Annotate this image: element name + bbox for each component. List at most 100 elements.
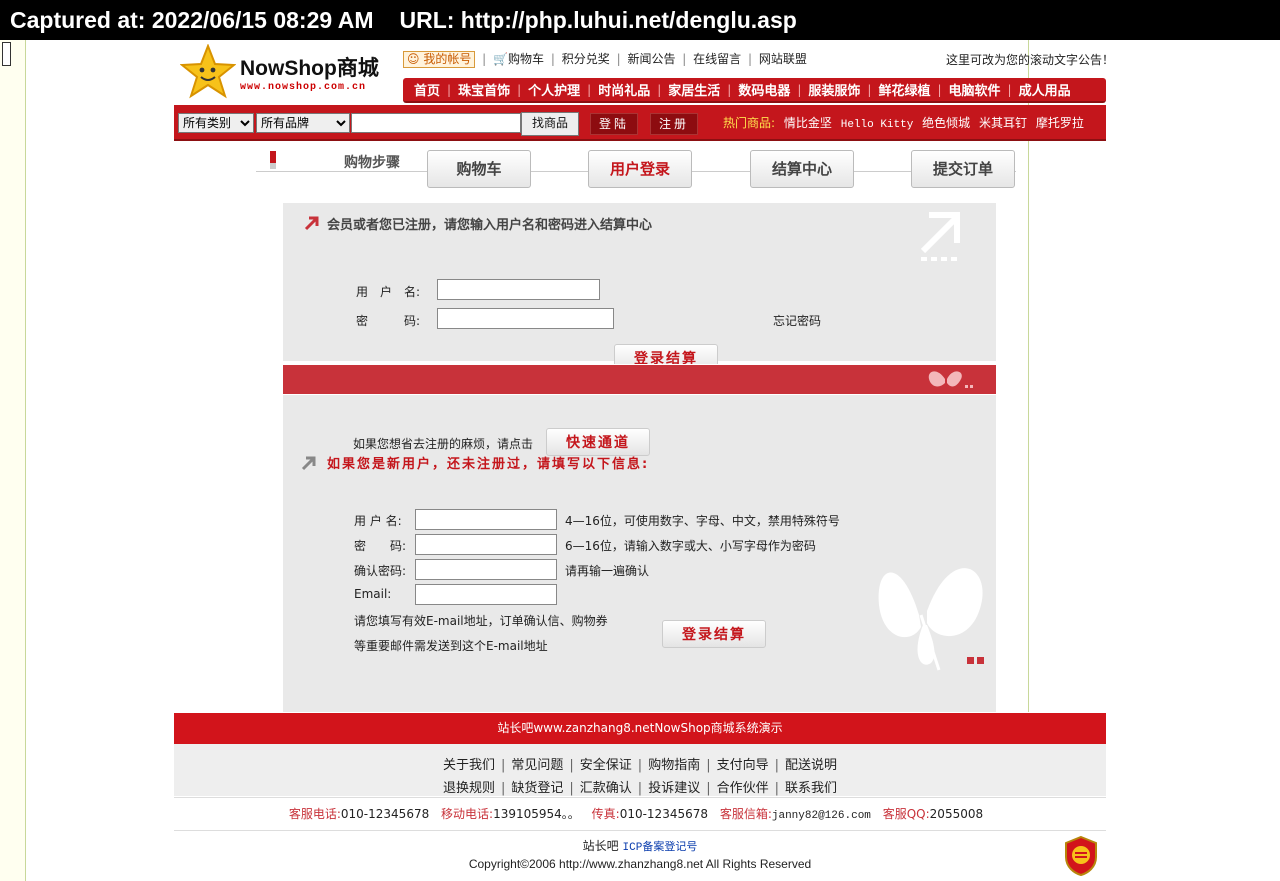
reg-username-label: 用 户 名:	[354, 514, 402, 528]
register-heading: 如果您是新用户，还未注册过，请填写以下信息:	[327, 457, 650, 472]
cat-jewelry[interactable]: 珠宝首饰	[451, 80, 517, 99]
login-username-input[interactable]	[437, 279, 600, 300]
register-button[interactable]: 注册	[650, 113, 699, 135]
reg-confirm-label: 确认密码:	[354, 564, 407, 578]
separator: |	[500, 758, 506, 773]
steps-title: 购物步骤	[344, 155, 400, 171]
search-bar: 所有类别 所有品牌 找商品 登陆 注册 热门商品: 情比金坚 Hello Kit…	[174, 105, 1106, 141]
left-frame	[0, 40, 26, 881]
reg-username-hint: 4—16位，可使用数字、字母、中文，禁用特殊符号	[565, 514, 840, 528]
reg-confirm-input[interactable]	[415, 559, 557, 580]
hot-label: 热门商品:	[723, 116, 776, 130]
footer-links-row: 退换规则 | 缺货登记 | 汇款确认 | 投诉建议 | 合作伙伴 | 联系我们	[174, 777, 1106, 796]
contact-key: 客服QQ:	[882, 807, 930, 821]
separator: |	[682, 52, 687, 66]
separator: |	[569, 781, 574, 796]
hot-products: 热门商品: 情比金坚 Hello Kitty 绝色倾城 米其耳钉 摩托罗拉	[723, 114, 1084, 131]
find-button[interactable]: 找商品	[521, 112, 579, 136]
contact-value: 010-12345678	[340, 807, 430, 821]
hot-item[interactable]: 米其耳钉	[979, 116, 1027, 130]
footer-link[interactable]: 合作伙伴	[717, 781, 769, 796]
search-input[interactable]	[351, 113, 521, 133]
reg-password-input[interactable]	[415, 534, 557, 555]
step-checkout[interactable]: 结算中心	[750, 150, 854, 188]
separator: |	[637, 758, 643, 773]
reg-email-input[interactable]	[415, 584, 557, 605]
butterfly-icon	[928, 371, 973, 388]
steps-marker	[270, 163, 276, 169]
account-label: 我的帐号	[423, 52, 472, 66]
hot-item[interactable]: 绝色倾城	[922, 116, 970, 130]
forgot-password-link[interactable]: 忘记密码	[773, 312, 821, 329]
username-label: 用 户 名:	[356, 285, 421, 299]
icp-link[interactable]: ICP备案登记号	[623, 842, 698, 854]
top-link-news[interactable]: 新闻公告	[627, 52, 675, 66]
reg-username-input[interactable]	[415, 509, 557, 530]
separator: |	[616, 52, 621, 66]
site-logo[interactable]: NowShop商城 www.nowshop.com.cn	[180, 44, 400, 106]
capture-time: Captured at: 2022/06/15 08:29 AM	[10, 7, 374, 33]
cat-flowers[interactable]: 鲜花绿植	[871, 80, 937, 99]
separator: |	[748, 52, 753, 66]
hot-item[interactable]: 情比金坚	[784, 116, 832, 130]
hot-item[interactable]: 摩托罗拉	[1036, 116, 1084, 130]
footer-link[interactable]: 联系我们	[785, 781, 837, 796]
footer-link[interactable]: 支付向导	[717, 758, 769, 773]
footer-link[interactable]: 缺货登记	[511, 781, 563, 796]
footer-link[interactable]: 退换规则	[443, 781, 495, 796]
corner-arrow-icon	[920, 212, 960, 261]
step-cart[interactable]: 购物车	[427, 150, 531, 188]
separator: |	[774, 781, 779, 796]
footer-link[interactable]: 购物指南	[648, 758, 700, 773]
capture-bar: Captured at: 2022/06/15 08:29 AM URL: htt…	[0, 0, 1280, 40]
separator: |	[774, 758, 779, 773]
top-nav: ☺ 我的帐号 | 🛒购物车 | 积分兑奖 | 新闻公告 | 在线留言 | 网站联…	[403, 50, 807, 68]
cat-personal-care[interactable]: 个人护理	[521, 80, 587, 99]
contact-key: 客服信箱:	[719, 807, 772, 821]
hot-item[interactable]: Hello Kitty	[841, 119, 914, 131]
step-login[interactable]: 用户登录	[588, 150, 692, 188]
login-section: 会员或者您已注册，请您输入用户名和密码进入结算中心 用 户 名: 密 码: 登录…	[283, 203, 996, 372]
step-submit[interactable]: 提交订单	[911, 150, 1015, 188]
cat-software[interactable]: 电脑软件	[942, 80, 1008, 99]
footer-link[interactable]: 安全保证	[580, 758, 632, 773]
copyright: Copyright©2006 http://www.zhanzhang8.net…	[468, 857, 812, 871]
category-select[interactable]: 所有类别	[178, 113, 254, 133]
top-link-union[interactable]: 网站联盟	[759, 52, 807, 66]
police-badge-icon[interactable]	[1062, 835, 1100, 877]
cat-home[interactable]: 首页	[407, 80, 447, 99]
contact-email[interactable]: janny82@126.com	[772, 810, 871, 822]
login-heading: 会员或者您已注册，请您输入用户名和密码进入结算中心	[327, 218, 653, 233]
footer-link[interactable]: 投诉建议	[648, 781, 700, 796]
register-submit-button[interactable]: 登录结算	[662, 620, 766, 648]
frame-toggle[interactable]	[2, 42, 11, 66]
top-link-points[interactable]: 积分兑奖	[562, 52, 610, 66]
footer-link[interactable]: 常见问题	[511, 758, 563, 773]
brand-name: NowShop商城	[240, 57, 379, 80]
account-link[interactable]: ☺ 我的帐号	[403, 51, 476, 68]
brand-select[interactable]: 所有品牌	[256, 113, 350, 133]
login-password-input[interactable]	[437, 308, 614, 329]
icp-line: 站长吧 ICP备案登记号	[174, 837, 1106, 854]
cat-adult[interactable]: 成人用品	[1012, 80, 1078, 99]
separator: |	[500, 781, 506, 796]
footer-link[interactable]: 关于我们	[443, 758, 495, 773]
reg-email-label: Email:	[354, 587, 392, 601]
top-link-message[interactable]: 在线留言	[693, 52, 741, 66]
separator: |	[637, 781, 643, 796]
footer-link[interactable]: 汇款确认	[580, 781, 632, 796]
top-link-cart[interactable]: 购物车	[508, 52, 544, 66]
contact-key: 传真:	[591, 807, 620, 821]
reg-password-label: 密 码:	[354, 539, 407, 553]
cat-digital[interactable]: 数码电器	[731, 80, 797, 99]
contact-value: 010-12345678	[619, 807, 708, 821]
cat-apparel[interactable]: 服装服饰	[801, 80, 867, 99]
cart-icon: 🛒	[493, 52, 508, 66]
separator: |	[706, 781, 711, 796]
footer-link[interactable]: 配送说明	[785, 758, 837, 773]
login-button[interactable]: 登陆	[590, 113, 639, 135]
cat-home-living[interactable]: 家居生活	[661, 80, 727, 99]
cat-gifts[interactable]: 时尚礼品	[591, 80, 657, 99]
quick-channel-button[interactable]: 快速通道	[546, 428, 650, 456]
star-mascot-icon	[180, 44, 236, 99]
